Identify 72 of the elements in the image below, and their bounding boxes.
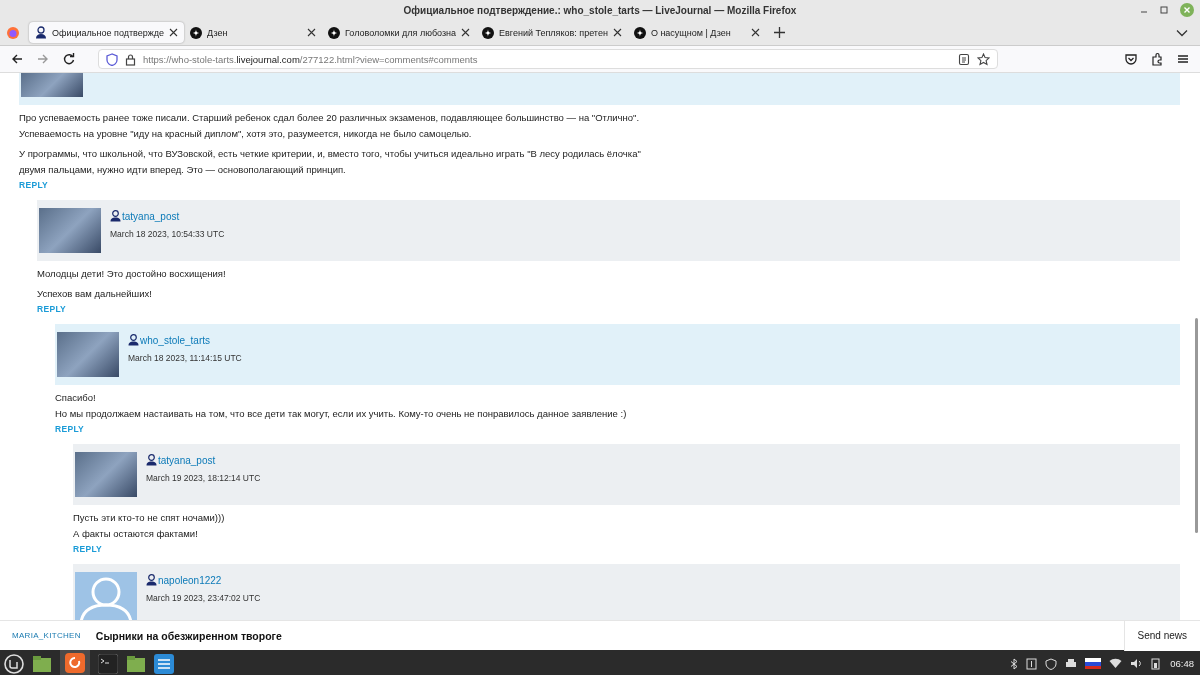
clock[interactable]: 06:48 [1170, 658, 1194, 669]
user-icon [35, 26, 47, 39]
comment-date: March 18 2023, 10:54:33 UTC [110, 229, 225, 239]
comment-date: March 19 2023, 18:12:14 UTC [146, 473, 261, 483]
comment-text: Успехов вам дальнейших! [37, 287, 153, 301]
photo-placeholder [57, 332, 119, 377]
star-logo-icon [482, 26, 495, 39]
comment-text: У программы, что школьной, что ВУЗовской, есть четкие критерии, и, вместо того, чтобы учиться идеально играть "В лесу родилась ёлочка" двумя пальцами, нужно идти вперед. Это — основополагающий принцип. [19, 147, 642, 177]
photo-placeholder [21, 73, 83, 97]
photo-placeholder [75, 452, 137, 497]
browser-tab[interactable]: Официальное подтвержде [29, 22, 185, 43]
forward-icon[interactable] [36, 52, 50, 66]
bluetooth-icon[interactable] [1010, 657, 1019, 670]
username-link[interactable]: napoleon1222 [158, 574, 222, 586]
printer-icon[interactable] [1065, 658, 1078, 669]
volume-icon[interactable] [1130, 658, 1144, 669]
user-icon [146, 454, 157, 466]
padlock-icon[interactable] [125, 52, 136, 66]
news-source-link[interactable]: MARIA_KITCHEN [12, 631, 81, 640]
user-icon [146, 574, 157, 586]
comment-text: Спасибо! Но мы продолжаем настаивать на том, что все дети так могут, если их учить. Кому-то очень не понравилось данное заявление :) [55, 391, 628, 421]
star-icon[interactable] [977, 52, 990, 66]
username-link[interactable]: tatyana_post [122, 210, 180, 222]
extensions-icon[interactable] [1150, 52, 1164, 66]
address-bar[interactable]: https://who-stole-tarts.livejournal.com/277122.html?view=comments#comments [98, 49, 998, 69]
close-tab-icon[interactable] [461, 28, 471, 37]
send-news-button[interactable]: Send news [1123, 620, 1200, 651]
terminal-icon[interactable] [98, 653, 118, 674]
menu-icon[interactable] [1176, 52, 1190, 66]
browser-tab[interactable]: Евгений Тепляков: претен [476, 22, 628, 43]
reader-view-icon[interactable] [958, 52, 970, 66]
comment-text: Пусть эти кто-то не спят ночами))) А факты остаются фактами! [73, 511, 226, 541]
username-link[interactable]: tatyana_post [158, 454, 216, 466]
close-tab-icon[interactable] [169, 28, 179, 37]
menu-logo-icon[interactable] [4, 653, 24, 674]
photo-placeholder [39, 208, 101, 253]
comment-date: March 18 2023, 11:14:15 UTC [128, 353, 242, 363]
comment-text: Про успеваемость ранее тоже писали. Старший ребенок сдал более 20 различных экзаменов, подавляющее большинство — на "Отлично". Успеваемость на уровне "иду на красный диплом", хотя это, разумеется, никогда не было самоцелью. [19, 111, 641, 141]
maximize-button[interactable] [1160, 6, 1168, 14]
pocket-icon[interactable] [1124, 52, 1138, 66]
comment-date: March 19 2023, 23:47:02 UTC [146, 593, 261, 603]
avatar-silhouette [75, 572, 137, 620]
browser-logo-icon[interactable] [6, 25, 20, 40]
tab-list-icon[interactable] [1176, 28, 1188, 37]
star-logo-icon [190, 26, 203, 39]
comment-text: Молодцы дети! Это достойно восхищения! [37, 267, 227, 281]
url-text: https://who-stole-tarts.livejournal.com/277122.html?view=comments#comments [143, 53, 478, 65]
folder-icon[interactable] [126, 654, 146, 673]
flag-icon[interactable] [1085, 658, 1102, 669]
browser-tab[interactable]: О насущном | Дзен [627, 22, 766, 43]
text-editor-icon[interactable] [154, 653, 174, 674]
user-icon [110, 210, 121, 222]
news-headline-link[interactable]: Сырники на обезжиренном твороге [95, 629, 282, 642]
reload-icon[interactable] [62, 52, 76, 66]
close-tab-icon[interactable] [750, 28, 760, 37]
browser-icon[interactable] [65, 652, 85, 673]
back-icon[interactable] [10, 52, 24, 66]
star-logo-icon [328, 26, 341, 39]
browser-tab[interactable]: Дзен [184, 22, 323, 43]
clipboard-icon[interactable] [1026, 657, 1038, 670]
window-title: Официальное подтверждение.: who_stole_tarts — LiveJournal — Mozilla Firefox [403, 4, 797, 16]
shield-icon[interactable] [106, 52, 118, 66]
username-link[interactable]: who_stole_tarts [140, 334, 211, 346]
new-tab-icon[interactable] [773, 27, 785, 38]
star-logo-icon [633, 26, 646, 39]
close-tab-icon[interactable] [612, 28, 622, 37]
battery-icon[interactable] [1151, 657, 1161, 670]
wifi-icon[interactable] [1109, 658, 1123, 669]
user-icon [128, 334, 139, 346]
browser-tab[interactable]: Головоломки для любозна [322, 22, 477, 43]
folder-icon[interactable] [32, 654, 52, 673]
close-tab-icon[interactable] [307, 28, 317, 37]
